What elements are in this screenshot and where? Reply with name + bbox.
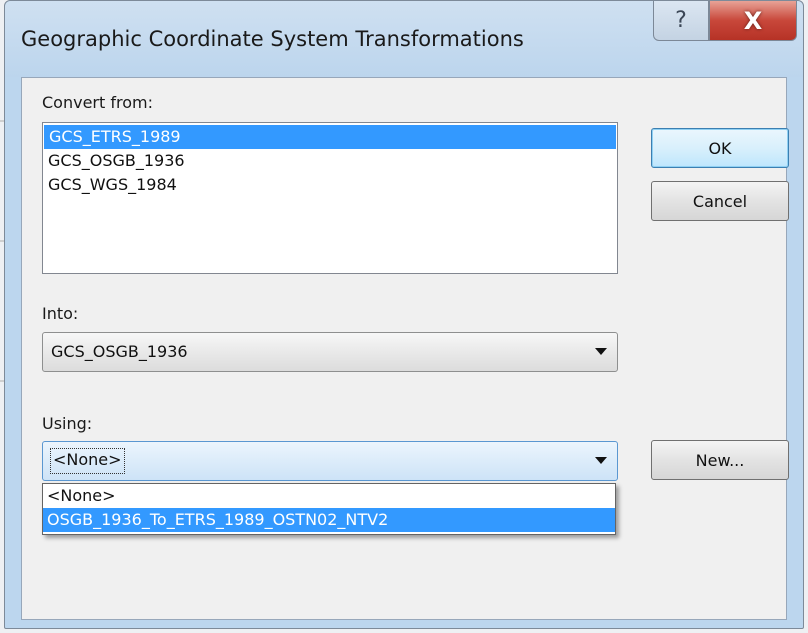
dropdown-option-ostn02[interactable]: OSGB_1936_To_ETRS_1989_OSTN02_NTV2 [43, 508, 615, 532]
convert-from-label: Convert from: [42, 93, 153, 112]
new-button[interactable]: New... [651, 440, 789, 480]
close-button[interactable]: X [709, 1, 797, 41]
list-item[interactable]: GCS_WGS_1984 [43, 173, 617, 197]
using-combobox[interactable]: <None> [42, 441, 618, 481]
help-icon: ? [675, 8, 687, 33]
dropdown-option-none[interactable]: <None> [43, 484, 615, 508]
convert-from-list[interactable]: GCS_ETRS_1989 GCS_OSGB_1936 GCS_WGS_1984 [42, 122, 618, 274]
title-bar[interactable]: Geographic Coordinate System Transformat… [5, 1, 803, 77]
transformations-dialog: Geographic Coordinate System Transformat… [4, 0, 804, 629]
chevron-down-icon [595, 457, 607, 464]
into-value: GCS_OSGB_1936 [51, 342, 188, 361]
list-item[interactable]: GCS_ETRS_1989 [44, 125, 616, 149]
dialog-title: Geographic Coordinate System Transformat… [21, 27, 524, 51]
using-dropdown-list[interactable]: <None> OSGB_1936_To_ETRS_1989_OSTN02_NTV… [42, 483, 616, 535]
using-value: <None> [50, 448, 125, 474]
cancel-button[interactable]: Cancel [651, 181, 789, 221]
list-item[interactable]: GCS_OSGB_1936 [43, 149, 617, 173]
help-button[interactable]: ? [653, 1, 709, 41]
close-icon: X [743, 6, 763, 35]
dialog-content: Convert from: GCS_ETRS_1989 GCS_OSGB_193… [21, 77, 789, 620]
ok-button[interactable]: OK [651, 128, 789, 168]
chevron-down-icon [595, 348, 607, 355]
into-combobox[interactable]: GCS_OSGB_1936 [42, 332, 618, 372]
using-label: Using: [42, 414, 93, 433]
into-label: Into: [42, 304, 79, 323]
